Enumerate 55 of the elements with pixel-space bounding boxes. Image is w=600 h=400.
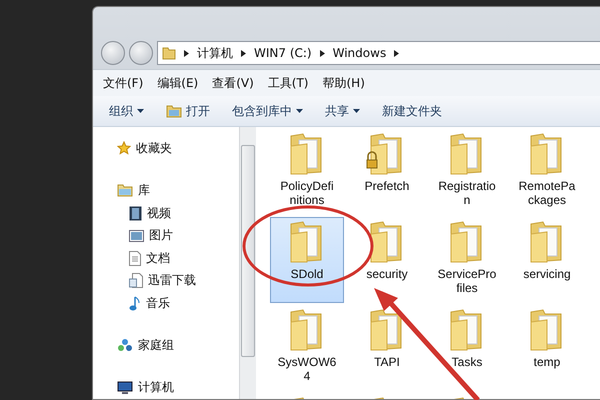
menu-item[interactable]: 文件(F) [103,74,144,92]
folder-item[interactable]: Tasks [430,305,504,391]
sidebar-item[interactable]: 迅雷下载 [117,269,239,292]
folder-item[interactable]: SDold [270,217,344,303]
library-icon [117,183,133,198]
chevron-icon [394,50,400,56]
folder-item[interactable]: servicing [510,217,584,303]
scrollbar[interactable] [239,127,256,399]
folder-item[interactable]: TAPI [350,305,424,391]
sidebar-item[interactable]: 收藏夹 [117,137,239,160]
toolbar-button[interactable]: 包含到库中 [232,102,303,120]
scrollbar-thumb[interactable] [241,145,255,357]
homegroup-icon [117,338,133,353]
breadcrumb[interactable]: WIN7 (C:) [254,46,312,60]
toolbar-button[interactable]: 组织 [109,102,144,120]
caret-icon [296,109,303,113]
computer-icon [117,380,133,395]
toolbar-button[interactable]: 共享 [325,102,360,120]
folder-item[interactable]: SysWOW64 [270,305,344,391]
sidebar-item[interactable]: 视频 [117,202,239,224]
folder-item[interactable]: PolicyDefinitions [270,129,344,215]
film-icon [129,206,142,221]
forward-button[interactable] [129,41,153,65]
caret-icon [137,109,144,113]
toolbar-button[interactable]: 打开 [166,102,210,120]
chevron-icon [320,50,325,56]
sidebar-item[interactable]: 图片 [117,224,239,247]
folder-item[interactable]: temp [510,305,584,391]
caret-icon [353,109,360,113]
folder-item[interactable]: Registration [430,129,504,215]
folder-item[interactable]: ServiceProfiles [430,217,504,303]
sidebar-item[interactable]: 计算机 [117,376,239,399]
sidebar-item[interactable]: 音乐 [117,292,239,315]
folder-item[interactable]: security [350,217,424,303]
document-icon [129,250,141,266]
address-bar[interactable]: 计算机 WIN7 (C:) Windows [157,41,600,65]
toolbar-button[interactable]: 新建文件夹 [382,102,442,120]
music-note-icon [129,296,141,311]
sidebar-item[interactable]: 家庭组 [117,334,239,357]
chevron-icon [241,50,246,56]
menu-item[interactable]: 编辑(E) [157,74,198,92]
menu-item[interactable]: 帮助(H) [322,74,365,92]
folder-item[interactable]: RemotePackages [510,129,584,215]
document-icon [129,273,143,288]
sidebar-item[interactable]: 文档 [117,246,239,270]
chevron-icon [184,50,189,56]
folder-item[interactable]: Prefetch [350,129,424,215]
menu-item[interactable]: 查看(V) [212,74,254,92]
sidebar-item[interactable]: 库 [117,179,239,202]
menu-item[interactable]: 工具(T) [268,74,308,92]
breadcrumb[interactable]: Windows [332,46,386,60]
back-button[interactable] [101,41,125,65]
star-icon [117,141,131,156]
breadcrumb[interactable]: 计算机 [197,44,233,62]
picture-icon [129,230,144,242]
